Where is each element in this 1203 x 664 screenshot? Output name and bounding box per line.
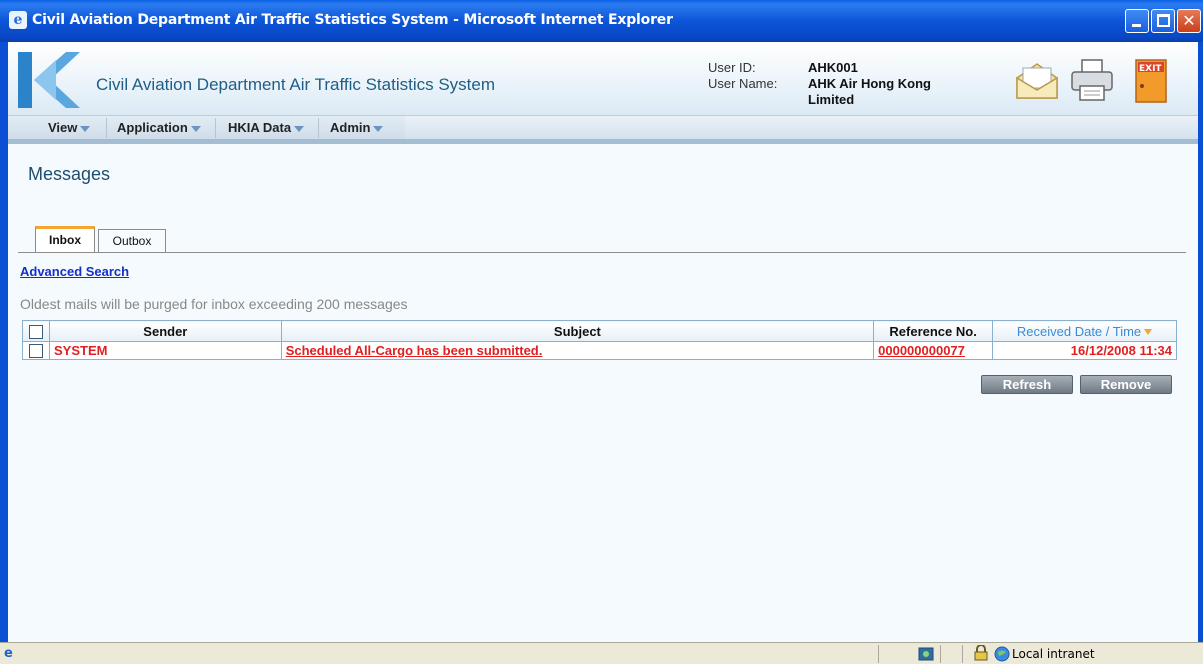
menu-admin[interactable]: Admin [330,120,384,138]
row-subject-link[interactable]: Scheduled All-Cargo has been submitted. [280,341,875,360]
row-sender: SYSTEM [48,341,282,360]
menu-admin-label: Admin [330,120,371,135]
menu-view[interactable]: View [48,120,91,138]
app-header: Civil Aviation Department Air Traffic St… [8,42,1198,116]
row-received: 16/12/2008 11:34 [992,341,1177,360]
chevron-down-icon [190,125,201,132]
column-received-label: Received Date / Time [1016,323,1142,339]
status-bar: e Local intranet [0,642,1203,664]
menu-application-label: Application [117,120,188,135]
refresh-button[interactable]: Refresh [981,375,1073,394]
chevron-down-icon [80,125,91,132]
window-titlebar[interactable]: e Civil Aviation Department Air Traffic … [0,0,1203,42]
select-all-checkbox[interactable] [28,324,43,339]
menu-bar: View Application HKIA Data Admin [8,116,1198,144]
cad-logo-icon [18,52,80,108]
printer-icon[interactable] [1068,56,1116,104]
menu-hkia-data-label: HKIA Data [228,120,292,135]
user-labels: User ID: User Name: [708,60,777,92]
chevron-down-icon [373,125,384,132]
tab-divider [18,252,1186,253]
maximize-button[interactable] [1151,9,1175,33]
remove-button[interactable]: Remove [1080,375,1172,394]
column-sender[interactable]: Sender [48,320,282,342]
menu-hkia-data[interactable]: HKIA Data [228,120,305,138]
user-id-label: User ID: [708,60,756,75]
exit-label: EXIT [1139,64,1162,74]
row-reference-link[interactable]: 000000000077 [873,341,994,360]
column-received[interactable]: Received Date / Time [992,320,1177,342]
user-name-value: AHK Air Hong Kong Limited [808,76,931,107]
table-row[interactable]: SYSTEM Scheduled All-Cargo has been subm… [22,341,1177,360]
purge-note: Oldest mails will be purged for inbox ex… [20,296,408,312]
intranet-globe-icon [994,646,1010,662]
user-values: AHK001 AHK Air Hong Kong Limited [808,60,958,108]
advanced-search-link[interactable]: Advanced Search [20,264,129,279]
popup-blocker-icon[interactable] [918,646,934,662]
user-id-value: AHK001 [808,60,858,75]
window-title: Civil Aviation Department Air Traffic St… [32,12,673,28]
window-frame-right [1198,42,1203,642]
menu-view-label: View [48,120,78,135]
sort-desc-icon [1144,329,1153,336]
tab-inbox[interactable]: Inbox [35,226,95,253]
column-subject[interactable]: Subject [280,320,875,342]
page-title: Messages [28,164,111,184]
page-status-icon: e [4,646,13,661]
close-button[interactable]: ✕ [1177,9,1201,33]
column-reference[interactable]: Reference No. [873,320,994,342]
user-name-label: User Name: [708,76,778,91]
messages-table: Sender Subject Reference No. Received Da… [22,320,1177,360]
menu-application[interactable]: Application [117,120,201,138]
chevron-down-icon [294,125,305,132]
window-frame-left [0,42,8,642]
app-title: Civil Aviation Department Air Traffic St… [96,75,496,94]
select-all-cell [22,320,50,342]
ie-icon: e [9,11,27,29]
mail-icon[interactable] [1013,56,1061,104]
security-zone-label: Local intranet [1012,647,1095,661]
table-header-row: Sender Subject Reference No. Received Da… [22,320,1177,342]
lock-icon [974,645,988,661]
minimize-button[interactable] [1125,9,1149,33]
tab-outbox[interactable]: Outbox [98,229,166,253]
row-select-cell [22,341,50,360]
row-checkbox[interactable] [28,344,43,359]
close-icon: ✕ [1182,11,1196,30]
